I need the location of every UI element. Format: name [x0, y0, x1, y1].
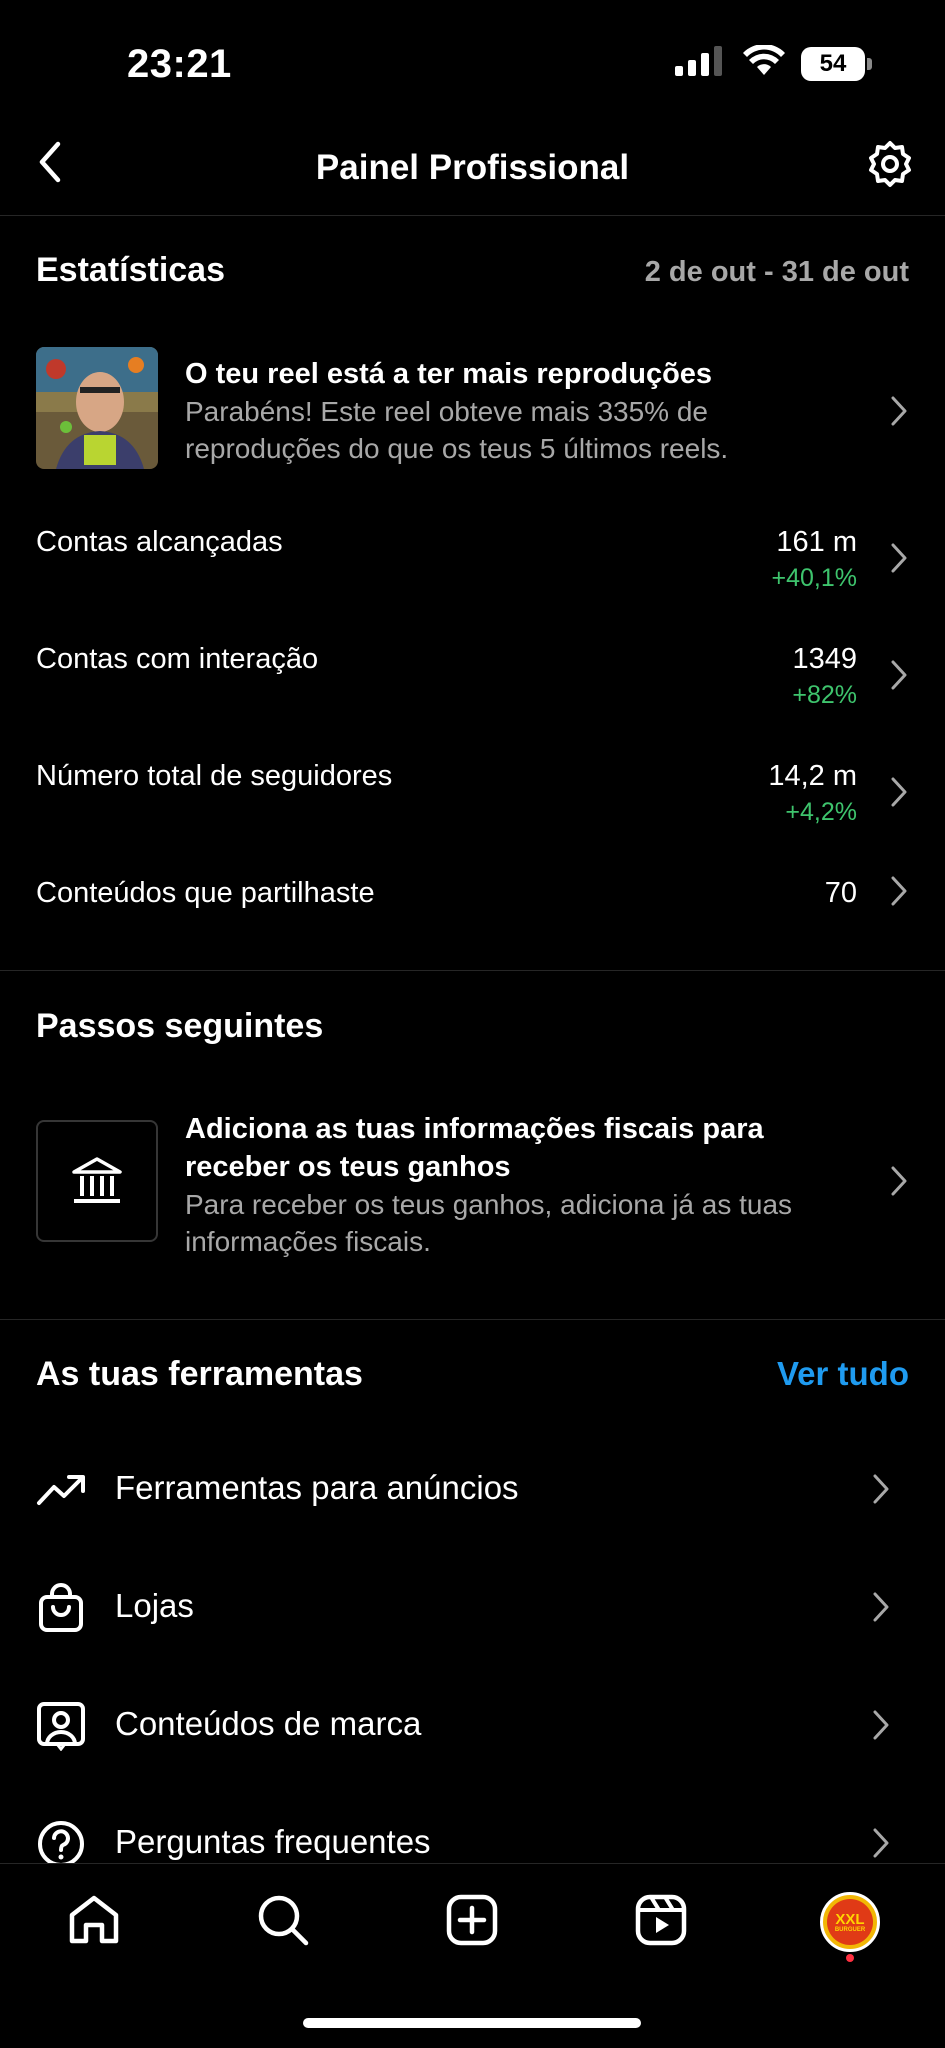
- tool-row-faq[interactable]: Perguntas frequentes: [0, 1793, 945, 1863]
- tool-label: Perguntas frequentes: [115, 1823, 431, 1860]
- avatar-logo: XXL BURGUER: [827, 1899, 873, 1945]
- home-icon: [67, 1893, 121, 1952]
- chevron-right-icon: [889, 776, 909, 808]
- stat-value: 1349: [792, 643, 857, 675]
- stat-row-total-followers[interactable]: Número total de seguidores 14,2 m +4,2%: [0, 756, 945, 856]
- tax-info-card[interactable]: Adiciona as tuas informações fiscais par…: [0, 1110, 945, 1260]
- nav-header: Painel Profissional: [0, 130, 945, 216]
- tab-home[interactable]: [54, 1882, 134, 1962]
- stat-label: Contas com interação: [36, 643, 319, 675]
- bank-icon: [36, 1120, 158, 1242]
- question-icon: [36, 1819, 86, 1863]
- tab-reels[interactable]: [621, 1882, 701, 1962]
- reel-card-description: Parabéns! Este reel obteve mais 335% de …: [185, 396, 729, 464]
- chevron-right-icon: [889, 1165, 909, 1197]
- tax-card-description: Para receber os teus ganhos, adiciona já…: [185, 1189, 793, 1257]
- page-title: Painel Profissional: [315, 148, 630, 187]
- chevron-right-icon: [871, 1591, 891, 1623]
- search-icon: [256, 1893, 310, 1952]
- date-range[interactable]: 2 de out - 31 de out: [645, 256, 909, 289]
- next-steps-header: Passos seguintes: [36, 1007, 909, 1046]
- profile-avatar: XXL BURGUER: [820, 1892, 880, 1952]
- stat-value: 161 m: [776, 526, 857, 558]
- chevron-right-icon: [871, 1827, 891, 1859]
- section-divider: [0, 970, 945, 971]
- tools-header: As tuas ferramentas Ver tudo: [36, 1355, 909, 1394]
- reel-thumbnail: [36, 347, 158, 469]
- section-divider: [0, 1319, 945, 1320]
- statistics-header: Estatísticas 2 de out - 31 de out: [36, 251, 909, 290]
- tool-row-shops[interactable]: Lojas: [0, 1557, 945, 1657]
- chevron-right-icon: [889, 659, 909, 691]
- stat-change: +4,2%: [785, 798, 857, 826]
- tool-label: Ferramentas para anúncios: [115, 1469, 519, 1506]
- stat-label: Conteúdos que partilhaste: [36, 877, 375, 909]
- tool-label: Conteúdos de marca: [115, 1705, 422, 1742]
- gear-icon: [865, 139, 915, 194]
- reels-icon: [635, 1894, 687, 1951]
- home-indicator: [303, 2018, 641, 2028]
- chevron-right-icon: [871, 1709, 891, 1741]
- trending-up-icon: [36, 1465, 86, 1515]
- status-icons: 54: [675, 44, 872, 82]
- stat-row-content-shared[interactable]: Conteúdos que partilhaste 70: [0, 873, 945, 973]
- reel-card-text: O teu reel está a ter mais reproduções P…: [185, 355, 865, 467]
- chevron-right-icon: [889, 395, 909, 427]
- battery-icon: 54: [801, 46, 872, 81]
- reel-insight-card[interactable]: O teu reel está a ter mais reproduções P…: [0, 347, 945, 477]
- next-steps-title: Passos seguintes: [36, 1007, 324, 1045]
- stat-value: 70: [824, 877, 857, 909]
- tool-label: Lojas: [115, 1587, 194, 1624]
- tax-card-title: Adiciona as tuas informações fiscais par…: [185, 1113, 764, 1183]
- tab-search[interactable]: [243, 1882, 323, 1962]
- main-content[interactable]: Estatísticas 2 de out - 31 de out O teu …: [0, 217, 945, 1863]
- avatar-logo-text: XXL: [835, 1910, 865, 1928]
- stat-label: Contas alcançadas: [36, 526, 283, 558]
- see-all-link[interactable]: Ver tudo: [777, 1355, 909, 1393]
- chevron-right-icon: [889, 875, 909, 907]
- tools-title: As tuas ferramentas: [36, 1355, 363, 1393]
- status-time: 23:21: [127, 42, 232, 86]
- notification-dot: [846, 1954, 854, 1962]
- tab-profile[interactable]: XXL BURGUER: [810, 1882, 890, 1962]
- stat-value: 14,2 m: [768, 760, 857, 792]
- chevron-right-icon: [871, 1473, 891, 1505]
- stat-label: Número total de seguidores: [36, 760, 393, 792]
- battery-level: 54: [819, 49, 847, 77]
- tab-create[interactable]: [432, 1882, 512, 1962]
- create-icon: [446, 1894, 498, 1951]
- shopping-bag-icon: [36, 1583, 86, 1633]
- stat-change: +82%: [792, 681, 857, 709]
- settings-button[interactable]: [860, 136, 920, 196]
- tool-row-branded-content[interactable]: Conteúdos de marca: [0, 1675, 945, 1775]
- stat-row-accounts-reached[interactable]: Contas alcançadas 161 m +40,1%: [0, 522, 945, 622]
- cellular-signal-icon: [675, 46, 727, 81]
- branded-content-icon: [36, 1701, 86, 1751]
- chevron-right-icon: [889, 542, 909, 574]
- stat-change: +40,1%: [771, 564, 858, 592]
- tax-card-text: Adiciona as tuas informações fiscais par…: [185, 1110, 825, 1260]
- statistics-title: Estatísticas: [36, 251, 225, 289]
- wifi-icon: [743, 44, 785, 82]
- status-bar: 23:21 54: [0, 0, 945, 130]
- tool-row-ads[interactable]: Ferramentas para anúncios: [0, 1439, 945, 1539]
- avatar-logo-subtext: BURGUER: [834, 1926, 866, 1933]
- reel-card-title: O teu reel está a ter mais reproduções: [185, 358, 713, 390]
- stat-row-accounts-engaged[interactable]: Contas com interação 1349 +82%: [0, 639, 945, 739]
